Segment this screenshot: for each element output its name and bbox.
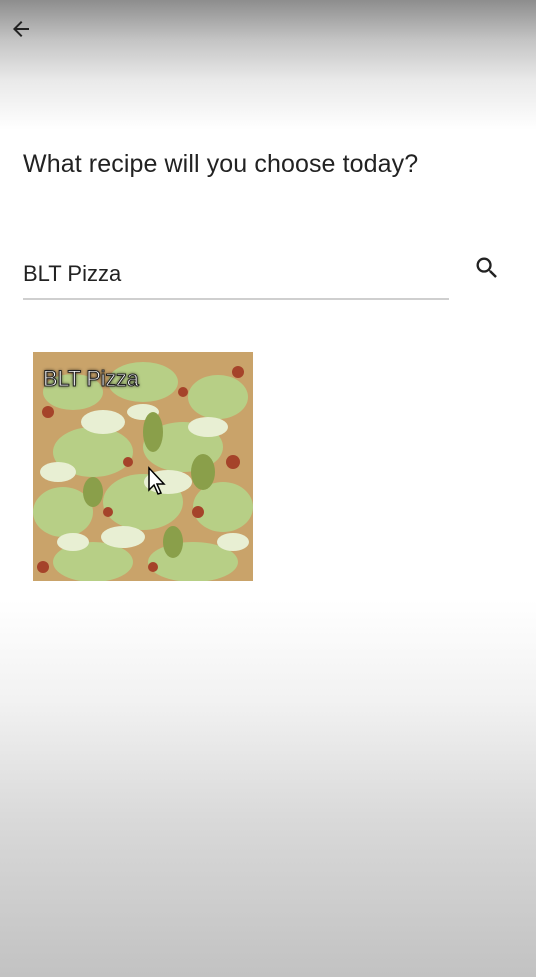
search-icon [476,257,497,278]
recipe-card[interactable]: BLT Pizza [33,352,253,581]
back-button[interactable] [6,14,36,44]
search-button[interactable] [469,250,505,286]
mouse-pointer-icon [148,466,166,495]
search-input[interactable] [23,250,449,300]
page-prompt: What recipe will you choose today? [23,150,419,178]
recipe-title: BLT Pizza [43,366,140,392]
arrow-left-icon [13,21,29,37]
search-bar [23,240,501,300]
